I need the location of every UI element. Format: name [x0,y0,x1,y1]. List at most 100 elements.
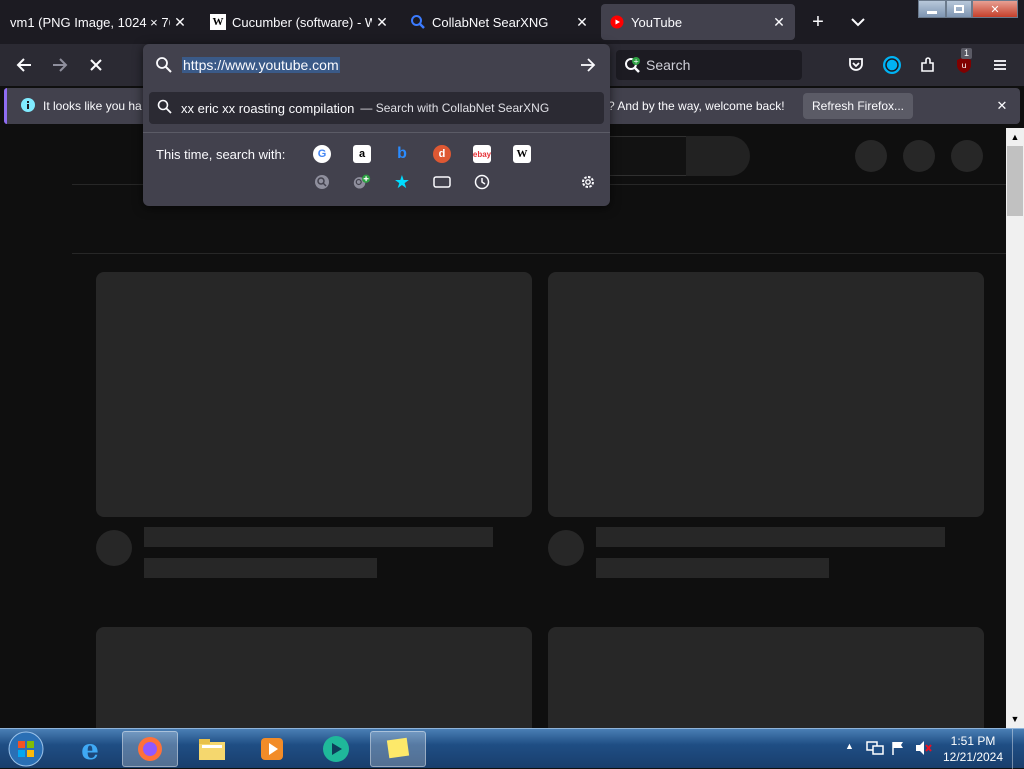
menu-icon[interactable] [987,52,1013,78]
forward-icon[interactable] [47,52,73,78]
minimize-button[interactable] [918,0,946,18]
tabs-icon[interactable] [433,173,451,191]
show-hidden-icons[interactable]: ▲ [845,741,854,751]
urlbar-dropdown: https://www.youtube.com xx eric xx roast… [143,44,610,206]
back-icon[interactable] [11,52,37,78]
close-icon: ✕ [990,3,1000,16]
show-desktop-button[interactable] [1012,729,1024,769]
search-placeholder: Search [646,57,691,73]
tab-title: vm1 (PNG Image, 1024 × 768 p [10,14,170,30]
meta-skeleton [144,558,377,578]
new-tab-icon[interactable]: + [806,10,830,34]
restore-icon [954,5,964,13]
windows-logo-icon [8,731,44,767]
file-explorer-taskbar-button[interactable] [184,731,240,767]
tab-strip: vm1 (PNG Image, 1024 × 768 p ✕ W Cucumbe… [0,0,1024,44]
search-field-skeleton [600,136,686,176]
extensions-icon[interactable] [915,52,941,78]
tab-cucumber[interactable]: W Cucumber (software) - Wi ✕ [202,4,398,40]
title-skeleton [144,527,493,547]
gear-icon[interactable] [579,173,597,191]
divider [72,253,1006,254]
action-center-flag-icon[interactable] [890,740,906,761]
chat-app-icon [323,736,349,762]
search-icon [157,99,173,118]
duckduckgo-icon[interactable]: d [433,145,451,163]
scrollbar-thumb[interactable] [1007,146,1023,216]
system-clock[interactable]: 1:51 PM 12/21/2024 [938,733,1008,765]
close-window-button[interactable]: ✕ [972,0,1018,18]
google-icon[interactable]: G [313,145,331,163]
search-suggestion-row[interactable]: xx eric xx roasting compilation — Search… [149,92,604,124]
scroll-down-icon[interactable]: ▼ [1010,714,1020,724]
avatar-skeleton [903,140,935,172]
history-clock-icon[interactable] [473,173,491,191]
tab-title: YouTube [631,14,683,30]
start-button[interactable] [4,729,48,769]
url-text: https://www.youtube.com [182,57,340,73]
pocket-icon[interactable] [843,52,869,78]
tab-title: CollabNet SearXNG [432,14,549,30]
ebay-icon[interactable]: ebay [473,145,491,163]
maximize-button[interactable] [946,0,972,18]
title-skeleton [596,527,945,547]
close-icon[interactable]: ✕ [170,14,190,31]
bing-icon[interactable]: b [393,145,411,163]
internet-explorer-taskbar-button[interactable]: e [62,731,118,767]
chevron-down-icon[interactable] [846,10,870,34]
go-arrow-icon[interactable] [579,56,597,79]
stop-icon[interactable] [83,52,109,78]
internet-explorer-icon: e [81,732,99,766]
clock-date: 12/21/2024 [942,750,1004,764]
network-icon[interactable] [866,740,884,761]
scrollbar[interactable]: ▲ ▼ [1006,128,1024,728]
account-icon[interactable] [879,52,905,78]
svg-text:+: + [633,58,639,66]
thumbnail-skeleton [548,272,984,517]
thumbnail-skeleton [96,627,532,737]
info-icon [20,97,36,116]
folder-icon [199,739,225,760]
divider [143,132,610,133]
channel-avatar-skeleton [96,530,132,566]
thumbnail-skeleton [96,272,532,517]
svg-text:u: u [961,61,966,70]
sticky-notes-taskbar-button[interactable] [370,731,426,767]
ublock-origin-icon[interactable]: u 1 [951,48,977,78]
firefox-icon [138,737,162,761]
thumbnail-skeleton [548,627,984,737]
add-search-engine-icon[interactable] [353,173,371,191]
search-engine-icon[interactable] [313,173,331,191]
media-player-icon [261,738,283,760]
app-taskbar-button[interactable] [308,731,364,767]
close-icon[interactable]: ✕ [572,14,592,31]
search-bar[interactable]: + Search [616,50,802,80]
tab-searxng[interactable]: CollabNet SearXNG ✕ [402,4,598,40]
search-icon [155,56,173,79]
url-input[interactable]: https://www.youtube.com [143,44,610,86]
firefox-taskbar-button[interactable] [122,731,178,767]
wikipedia-icon[interactable]: W [513,145,531,163]
tab-vm1[interactable]: vm1 (PNG Image, 1024 × 768 p ✕ [0,4,196,40]
bookmarks-star-icon[interactable]: ★ [393,172,411,192]
extension-badge: 1 [961,48,973,59]
close-icon[interactable]: ✕ [769,14,789,31]
amazon-icon[interactable]: a [353,145,371,163]
tab-youtube[interactable]: YouTube ✕ [601,4,795,40]
wikipedia-icon: W [210,14,226,30]
close-icon[interactable]: ✕ [372,14,392,31]
avatar-skeleton [855,140,887,172]
volume-muted-icon[interactable] [914,740,932,761]
meta-skeleton [596,558,829,578]
windows-taskbar: e ▲ 1:51 PM 12/21/2024 [0,728,1024,769]
close-icon[interactable]: ✕ [992,96,1012,116]
notification-text-start: It looks like you ha [43,99,142,113]
media-player-taskbar-button[interactable] [244,731,300,767]
search-with-label: This time, search with: [156,147,286,162]
channel-avatar-skeleton [548,530,584,566]
page-content [0,126,1006,737]
search-button-skeleton [686,136,750,176]
suggestion-suffix: — Search with CollabNet SearXNG [360,101,550,115]
refresh-firefox-button[interactable]: Refresh Firefox... [803,93,913,119]
scroll-up-icon[interactable]: ▲ [1010,132,1020,142]
